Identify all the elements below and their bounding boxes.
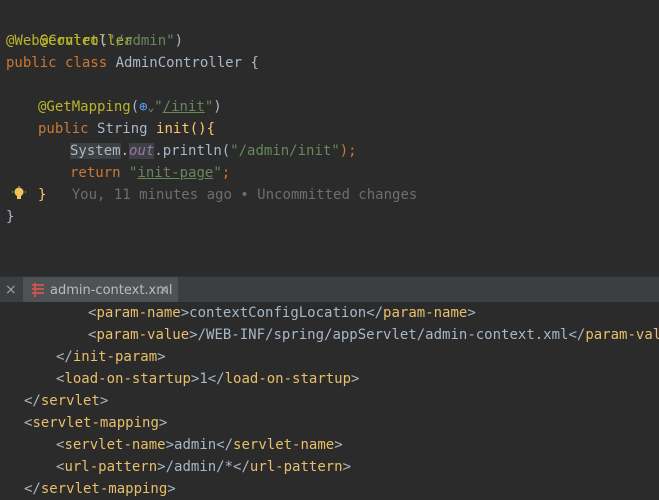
code-line[interactable]: public class AdminController { — [6, 52, 259, 74]
url-path-link[interactable]: /init — [163, 99, 205, 115]
type-name: String — [97, 121, 157, 137]
xml-line[interactable]: <servlet-mapping> — [24, 412, 167, 434]
string-literal: "/admin" — [107, 33, 175, 49]
bracket: > — [342, 459, 352, 475]
bracket: </ — [207, 371, 225, 387]
code-line[interactable]: public String init(){ — [38, 118, 215, 140]
xml-line[interactable]: </servlet> — [24, 390, 108, 412]
bracket: </ — [568, 327, 586, 343]
code-line[interactable]: } — [6, 206, 14, 228]
xml-line[interactable]: </init-param> — [56, 346, 166, 368]
code-line[interactable]: @GetMapping(⊕⌄"/init") — [38, 96, 222, 118]
code-line[interactable]: @WebServlet("/admin") — [6, 30, 183, 52]
code-line[interactable]: System.out.println("/admin/init"); — [70, 140, 357, 162]
bracket: </ — [56, 349, 73, 365]
xml-tag: url-pattern — [64, 459, 158, 475]
xml-text: contextConfigLocation — [189, 305, 367, 321]
close-icon[interactable]: × — [158, 277, 170, 303]
method-parens: (){ — [189, 121, 216, 137]
xml-text: /admin/* — [165, 459, 234, 475]
xml-tag: load-on-startup — [64, 371, 191, 387]
bracket: > — [165, 437, 175, 453]
xml-text: admin — [174, 437, 217, 453]
bracket: > — [189, 327, 198, 343]
bracket: > — [167, 481, 176, 497]
tab-admin-context-xml[interactable]: admin-context.xml × — [23, 277, 178, 303]
string-literal: "/admin/init" — [230, 143, 340, 159]
bracket: > — [158, 415, 168, 431]
xml-line[interactable]: <url-pattern>/admin/*</url-pattern> — [56, 456, 351, 478]
xml-tag: servlet-mapping — [40, 481, 168, 497]
tab-label: admin-context.xml — [50, 283, 173, 298]
xml-text: 1 — [199, 371, 208, 387]
keyword: public — [38, 121, 98, 137]
bracket: > — [99, 393, 109, 409]
xml-line[interactable]: <param-name>contextConfigLocation</param… — [88, 302, 476, 324]
xml-tag: servlet-mapping — [32, 415, 159, 431]
bracket: > — [157, 459, 166, 475]
globe-icon[interactable]: ⊕ — [139, 99, 147, 115]
string-literal[interactable]: init-page — [137, 165, 213, 181]
xml-line[interactable]: <param-value>/WEB-INF/spring/appServlet/… — [88, 324, 659, 346]
xml-file-icon — [32, 283, 44, 297]
lightbulb-icon[interactable] — [12, 186, 26, 202]
class-name: System — [70, 143, 121, 159]
keyword: return — [70, 165, 130, 181]
bracket: > — [157, 349, 166, 365]
xml-text: /WEB-INF/spring/appServlet/admin-context… — [197, 327, 569, 343]
annotation: @GetMapping — [38, 99, 131, 115]
statement-end: ; — [221, 165, 231, 181]
xml-tag: servlet — [40, 393, 100, 409]
field-name: out — [129, 143, 155, 159]
xml-tag: load-on-startup — [224, 371, 352, 387]
paren: ) — [174, 33, 184, 49]
xml-editor[interactable]: <param-name>contextConfigLocation</param… — [0, 302, 659, 500]
statement-end: ); — [339, 143, 357, 159]
bracket: > — [180, 305, 190, 321]
closing-brace: } — [6, 209, 15, 225]
git-blame-annotation: You, 11 minutes ago • Uncommitted change… — [71, 187, 418, 203]
quote: " — [154, 99, 163, 115]
xml-tag: servlet-name — [233, 437, 335, 453]
dot: . — [120, 143, 130, 159]
xml-tag: param-name — [96, 305, 181, 321]
xml-tag: url-pattern — [249, 459, 343, 475]
bracket: > — [467, 305, 476, 321]
xml-tag: param-value — [585, 327, 659, 343]
paren: ( — [130, 99, 140, 115]
bracket: </ — [24, 393, 41, 409]
keyword: public class — [6, 55, 116, 71]
bracket: > — [351, 371, 360, 387]
bracket: </ — [216, 437, 234, 453]
code-line[interactable]: return "init-page"; — [70, 162, 230, 184]
paren: ) — [213, 99, 222, 115]
bracket: </ — [24, 481, 41, 497]
bracket: > — [334, 437, 343, 453]
method-name: init — [156, 121, 190, 137]
xml-tag: servlet-name — [64, 437, 166, 453]
class-name: AdminController { — [115, 55, 259, 71]
code-line[interactable]: } You, 11 minutes ago • Uncommitted chan… — [38, 184, 417, 206]
close-icon[interactable]: × — [5, 280, 17, 300]
bracket: </ — [233, 459, 250, 475]
xml-line[interactable]: </servlet-mapping> — [24, 478, 176, 500]
xml-line[interactable]: <load-on-startup>1</load-on-startup> — [56, 368, 359, 390]
xml-tag: param-name — [383, 305, 468, 321]
code-line[interactable]: @Controller — [6, 8, 133, 49]
quote: " — [204, 99, 214, 115]
xml-tag: param-value — [96, 327, 190, 343]
editor-tab-bar: × admin-context.xml × — [0, 276, 659, 304]
paren: ( — [98, 33, 108, 49]
method-call: .println( — [154, 143, 231, 159]
quote: " — [213, 165, 222, 181]
bracket: </ — [366, 305, 384, 321]
annotation: @WebServlet — [6, 33, 99, 49]
xml-tag: init-param — [72, 349, 158, 365]
xml-line[interactable]: <servlet-name>admin</servlet-name> — [56, 434, 343, 456]
java-editor[interactable]: @Controller @WebServlet("/admin") public… — [0, 0, 659, 276]
